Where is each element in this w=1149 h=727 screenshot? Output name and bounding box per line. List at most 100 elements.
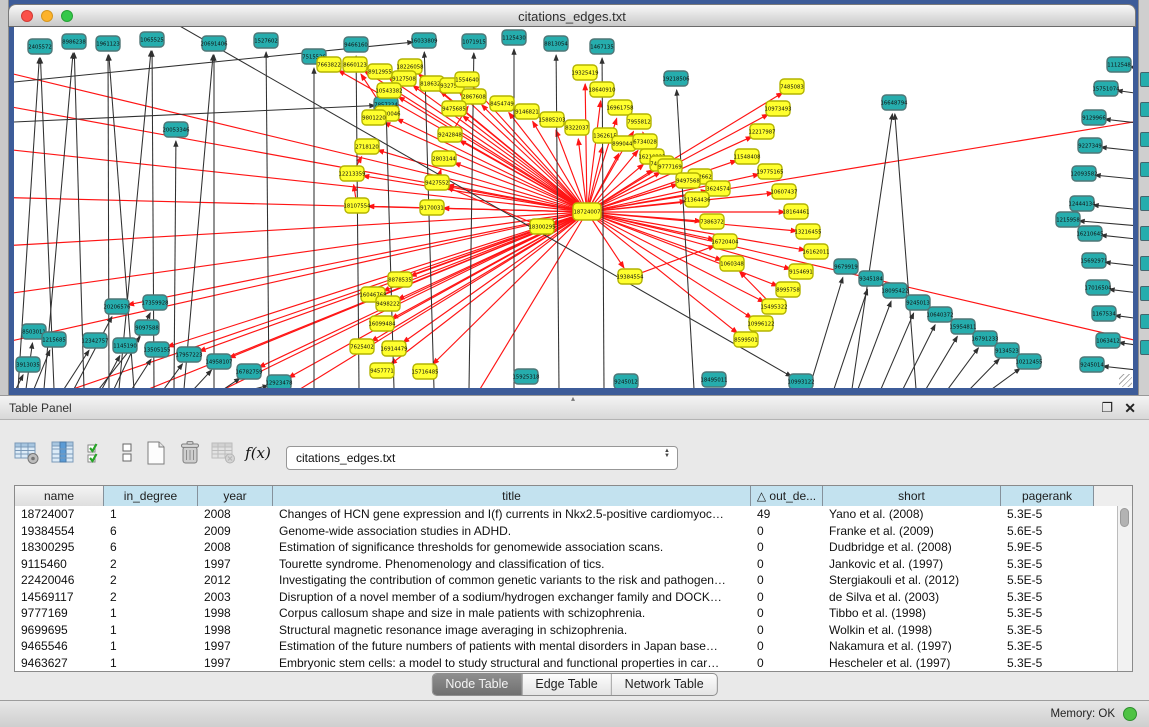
table-cell[interactable]: 5.3E-5 xyxy=(1001,622,1094,639)
column-header-title[interactable]: title xyxy=(273,486,751,506)
table-cell[interactable]: 2 xyxy=(104,589,198,606)
network-edge[interactable] xyxy=(14,212,587,347)
table-cell[interactable]: 2009 xyxy=(198,523,273,540)
select-rows-icon[interactable] xyxy=(82,437,112,469)
column-header-out_de[interactable]: △ out_de... xyxy=(751,486,823,506)
network-edge[interactable] xyxy=(1119,343,1133,349)
table-row[interactable]: 1456911722003Disruption of a novel membe… xyxy=(15,589,1117,606)
network-edge[interactable] xyxy=(903,325,935,388)
table-vertical-scrollbar[interactable] xyxy=(1117,506,1132,671)
import-table-icon[interactable] xyxy=(209,437,239,469)
network-edge[interactable] xyxy=(14,67,587,212)
splitter-handle-icon[interactable]: ▴ xyxy=(571,394,575,403)
table-cell[interactable]: 0 xyxy=(751,556,823,573)
table-cell[interactable]: 9465546 xyxy=(15,638,104,655)
network-edge[interactable] xyxy=(926,336,957,388)
network-edge[interactable] xyxy=(64,350,89,388)
network-edge[interactable] xyxy=(587,212,805,250)
table-cell[interactable]: 0 xyxy=(751,523,823,540)
network-edge[interactable] xyxy=(16,375,23,388)
float-panel-icon[interactable]: ❐ xyxy=(1101,400,1113,416)
table-columns-icon[interactable] xyxy=(48,437,78,469)
table-cell[interactable]: 0 xyxy=(751,638,823,655)
table-cell[interactable]: Nakamura et al. (1997) xyxy=(823,638,1001,655)
tab-network-table[interactable]: Network Table xyxy=(612,674,717,695)
table-cell[interactable]: 14569117 xyxy=(15,589,104,606)
table-cell[interactable]: Structural magnetic resonance image aver… xyxy=(273,622,751,639)
new-document-icon[interactable] xyxy=(141,437,171,469)
network-edge[interactable] xyxy=(1103,366,1133,373)
table-row[interactable]: 969969511998Structural magnetic resonanc… xyxy=(15,622,1117,639)
table-cell[interactable]: Estimation of significance thresholds fo… xyxy=(273,539,751,556)
table-cell[interactable]: Jankovic et al. (1997) xyxy=(823,556,1001,573)
table-cell[interactable]: Disruption of a novel member of a sodium… xyxy=(273,589,751,606)
network-edge[interactable] xyxy=(447,187,542,227)
table-cell[interactable]: 5.3E-5 xyxy=(1001,638,1094,655)
row-squares-icon[interactable] xyxy=(112,437,142,469)
table-row[interactable]: 2242004622012Investigating the contribut… xyxy=(15,572,1117,589)
close-panel-icon[interactable]: ✕ xyxy=(1124,400,1136,417)
table-cell[interactable]: 2008 xyxy=(198,539,273,556)
table-cell[interactable]: 5.3E-5 xyxy=(1001,589,1094,606)
window-zoom-button[interactable] xyxy=(61,10,73,22)
table-cell[interactable]: 6 xyxy=(104,523,198,540)
table-cell[interactable]: Tourette syndrome. Phenomenology and cla… xyxy=(273,556,751,573)
column-header-year[interactable]: year xyxy=(198,486,273,506)
table-panel-titlebar[interactable]: ▴ Table Panel ❐ ✕ xyxy=(0,395,1149,420)
table-cell[interactable]: 9777169 xyxy=(15,605,104,622)
table-cell[interactable]: 1 xyxy=(104,638,198,655)
table-row[interactable]: 1938455462009Genome-wide association stu… xyxy=(15,523,1117,540)
network-edge[interactable] xyxy=(132,359,151,388)
network-edge[interactable] xyxy=(1101,147,1133,154)
table-row[interactable]: 1830029562008Estimation of significance … xyxy=(15,539,1117,556)
network-edge[interactable] xyxy=(992,368,1020,388)
memory-ok-indicator-icon[interactable] xyxy=(1123,707,1137,721)
table-row[interactable]: 946554611997Estimation of the future num… xyxy=(15,638,1117,655)
window-resize-grip[interactable] xyxy=(1119,374,1132,387)
table-cell[interactable]: Embryonic stem cells: a model to study s… xyxy=(273,655,751,672)
table-cell[interactable]: 0 xyxy=(751,622,823,639)
table-cell[interactable]: 2012 xyxy=(198,572,273,589)
table-cell[interactable]: Stergiakouli et al. (2012) xyxy=(823,572,1001,589)
table-cell[interactable]: 19384554 xyxy=(15,523,104,540)
column-header-pagerank[interactable]: pagerank xyxy=(1001,486,1094,506)
table-cell[interactable]: 1 xyxy=(104,622,198,639)
column-header-name[interactable]: name xyxy=(15,486,104,506)
table-cell[interactable]: 9115460 xyxy=(15,556,104,573)
window-close-button[interactable] xyxy=(21,10,33,22)
network-edge[interactable] xyxy=(289,212,587,378)
network-edge[interactable] xyxy=(1095,175,1133,182)
network-edge[interactable] xyxy=(174,141,176,388)
table-cell[interactable]: 5.9E-5 xyxy=(1001,539,1094,556)
network-edge[interactable] xyxy=(1115,315,1133,322)
network-table-selector[interactable]: citations_edges.txt ▲▼ xyxy=(286,446,678,470)
table-cell[interactable]: 18724007 xyxy=(15,506,104,523)
table-cell[interactable]: 22420046 xyxy=(15,572,104,589)
table-cell[interactable]: 1997 xyxy=(198,655,273,672)
delete-icon[interactable] xyxy=(175,437,205,469)
network-edge[interactable] xyxy=(1101,235,1133,242)
network-edge[interactable] xyxy=(852,114,892,388)
table-cell[interactable]: 0 xyxy=(751,605,823,622)
network-edge[interactable] xyxy=(585,84,587,212)
table-cell[interactable]: 2 xyxy=(104,556,198,573)
table-cell[interactable]: 1997 xyxy=(198,638,273,655)
table-cell[interactable]: Dudbridge et al. (2008) xyxy=(823,539,1001,556)
table-cell[interactable]: 1998 xyxy=(198,605,273,622)
table-cell[interactable]: 5.3E-5 xyxy=(1001,605,1094,622)
table-cell[interactable]: 1 xyxy=(104,605,198,622)
table-cell[interactable]: 1 xyxy=(104,655,198,672)
column-header-in_degree[interactable]: in_degree xyxy=(104,486,198,506)
column-header-short[interactable]: short xyxy=(823,486,1001,506)
table-settings-icon[interactable] xyxy=(12,437,42,469)
table-cell[interactable]: Franke et al. (2009) xyxy=(823,523,1001,540)
table-row[interactable]: 911546021997Tourette syndrome. Phenomeno… xyxy=(15,556,1117,573)
table-cell[interactable]: 5.3E-5 xyxy=(1001,655,1094,672)
network-edge[interactable] xyxy=(970,359,999,388)
table-cell[interactable]: 5.3E-5 xyxy=(1001,506,1094,523)
network-edge[interactable] xyxy=(1093,205,1133,212)
network-edge[interactable] xyxy=(630,246,715,277)
table-cell[interactable]: 0 xyxy=(751,655,823,672)
function-builder-icon[interactable]: f(x) xyxy=(243,437,273,469)
table-cell[interactable]: Tibbo et al. (1998) xyxy=(823,605,1001,622)
